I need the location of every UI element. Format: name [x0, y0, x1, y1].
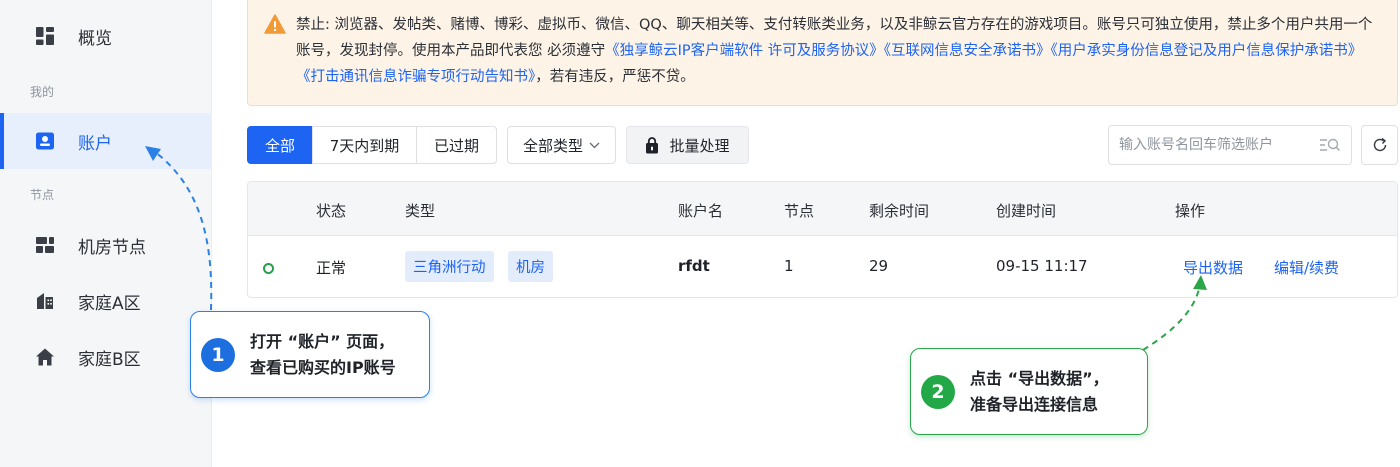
header-type: 类型	[405, 202, 436, 220]
type-tag: 机房	[508, 251, 553, 282]
anti-fraud-notice-link[interactable]: 《打击通讯信息诈骗专项行动告知书》	[296, 69, 535, 85]
section-label-mine: 我的	[30, 85, 55, 99]
security-pledge-link[interactable]: 《互联网信息安全承诺书》	[884, 43, 1051, 59]
warning-icon	[264, 14, 286, 34]
table-header: 状态 类型 账户名 节点 剩余时间 创建时间 操作	[248, 182, 1397, 236]
sidebar-item-home-a[interactable]: 家庭A区	[0, 273, 212, 329]
chevron-down-icon	[589, 142, 600, 149]
header-nodes: 节点	[784, 202, 815, 220]
table-row: 正常 三角洲行动 机房 rfdt 1 29 09-15 11:17 导出数据 编…	[248, 236, 1397, 297]
header-account: 账户名	[678, 202, 724, 220]
batch-process-label: 批量处理	[669, 136, 730, 155]
header-actions: 操作	[1175, 202, 1206, 220]
lock-icon	[645, 136, 659, 154]
sidebar-item-label: 账户	[78, 133, 112, 154]
sidebar-item-label: 家庭B区	[78, 349, 141, 370]
sidebar-item-account[interactable]: 账户	[0, 113, 212, 169]
filter-expired-button[interactable]: 已过期	[416, 126, 497, 164]
house-icon	[34, 346, 56, 368]
filter-all-button[interactable]: 全部	[247, 126, 313, 164]
export-data-link[interactable]: 导出数据	[1183, 257, 1243, 278]
status-cell: 正常	[316, 259, 347, 277]
remaining-cell: 29	[869, 257, 889, 275]
callout-line: 准备导出连接信息	[970, 394, 1099, 414]
nodes-cell: 1	[784, 257, 794, 275]
step-number-badge: 1	[201, 337, 235, 372]
user-card-icon	[34, 130, 56, 152]
filter-expiring-button[interactable]: 7天内到期	[312, 126, 417, 164]
header-created: 创建时间	[996, 202, 1057, 220]
sidebar-item-label: 机房节点	[78, 237, 146, 258]
callout-line: 打开 “账户” 页面，	[250, 331, 395, 351]
type-select[interactable]: 全部类型	[507, 126, 616, 164]
callout-text: 点击 “导出数据”， 准备导出连接信息	[970, 366, 1109, 418]
section-label-nodes: 节点	[30, 188, 55, 202]
status-dot-icon	[263, 263, 274, 274]
account-search	[1108, 125, 1352, 165]
callout-line: 点击 “导出数据”，	[970, 368, 1109, 388]
refresh-button[interactable]	[1361, 125, 1398, 165]
header-status: 状态	[316, 202, 347, 220]
callout-line: 查看已购买的IP账号	[250, 357, 396, 377]
account-search-input[interactable]	[1119, 137, 1319, 153]
type-select-value: 全部类型	[522, 136, 583, 155]
callout-step-2: 2 点击 “导出数据”， 准备导出连接信息	[910, 348, 1148, 435]
type-tag: 三角洲行动	[405, 251, 494, 282]
accounts-table: 状态 类型 账户名 节点 剩余时间 创建时间 操作 正常 三角洲行动 机房 rf…	[247, 181, 1398, 298]
callout-step-1: 1 打开 “账户” 页面， 查看已购买的IP账号	[190, 311, 430, 398]
sidebar-item-label: 家庭A区	[78, 293, 141, 314]
sidebar: 概览 我的 账户 节点 机房节点 家庭A区 家庭B区	[0, 0, 212, 467]
grid-icon	[34, 25, 56, 47]
license-agreement-link[interactable]: 《独享鲸云IP客户端软件 许可及服务协议》	[605, 43, 884, 59]
callout-text: 打开 “账户” 页面， 查看已购买的IP账号	[250, 329, 396, 381]
account-name-cell: rfdt	[678, 257, 710, 275]
created-cell: 09-15 11:17	[996, 257, 1088, 275]
sidebar-item-datacenter-node[interactable]: 机房节点	[0, 217, 212, 273]
sidebar-item-overview[interactable]: 概览	[0, 8, 212, 64]
notice-text-part: ，若有违反，严惩不贷。	[535, 69, 695, 85]
sidebar-item-label: 概览	[78, 28, 112, 49]
identity-pledge-link[interactable]: 《用户承实身份信息登记及用户信息保护承诺书》	[1051, 43, 1363, 59]
edit-renew-link[interactable]: 编辑/续费	[1274, 257, 1339, 278]
refresh-icon	[1372, 137, 1388, 153]
notice-text: 禁止: 浏览器、发帖类、赌博、博彩、虚拟币、微信、QQ、聊天相关等、支付转账类业…	[296, 12, 1379, 90]
step-number-badge: 2	[921, 374, 955, 409]
batch-process-button[interactable]: 批量处理	[626, 126, 749, 164]
server-icon	[34, 234, 56, 256]
search-filter-icon[interactable]	[1319, 137, 1341, 153]
notice-banner: 禁止: 浏览器、发帖类、赌博、博彩、虚拟币、微信、QQ、聊天相关等、支付转账类业…	[247, 0, 1398, 106]
header-remaining: 剩余时间	[869, 202, 930, 220]
sidebar-item-home-b[interactable]: 家庭B区	[0, 329, 212, 385]
building-icon	[34, 290, 56, 312]
